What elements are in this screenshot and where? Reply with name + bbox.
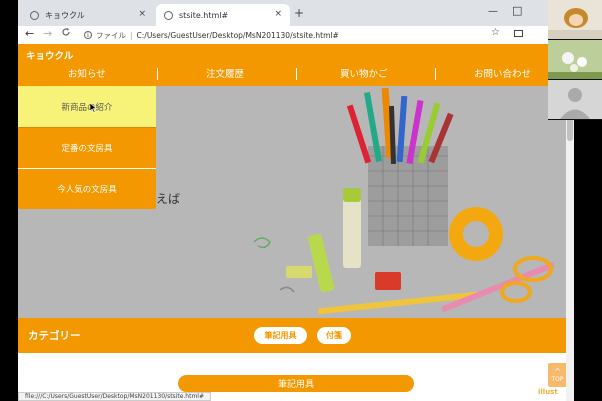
address-bar[interactable]: i ファイル | C:/Users/GuestUser/Desktop/MsN2… bbox=[78, 27, 508, 43]
dropdown-item-standard-stationery[interactable]: 定番の文房具 bbox=[18, 127, 156, 168]
category-pill-sticky-notes[interactable]: 付箋 bbox=[317, 327, 351, 344]
tab-title: キョウクル bbox=[45, 10, 85, 20]
news-dropdown-menu: 新商品の紹介 定番の文房具 今人気の文房具 bbox=[18, 86, 156, 210]
web-page: キョウクル お知らせ 注文履歴 買い物かご お問い合わせ えば 新商品の紹介 定… bbox=[18, 44, 574, 401]
nav-divider bbox=[435, 68, 436, 80]
watermark-logo: illust bbox=[538, 388, 558, 396]
globe-icon bbox=[164, 10, 173, 20]
reading-mode-icon[interactable] bbox=[514, 30, 523, 37]
category-pill-writing-tools[interactable]: 筆記用具 bbox=[254, 327, 307, 344]
nav-item-order-history[interactable]: 注文履歴 bbox=[206, 66, 244, 80]
back-icon[interactable]: ← bbox=[25, 27, 34, 40]
video-tile-participant-3[interactable] bbox=[548, 80, 602, 119]
hero-caption: えば bbox=[156, 192, 181, 206]
nav-item-cart[interactable]: 買い物かご bbox=[340, 66, 388, 80]
video-call-panel bbox=[548, 0, 602, 120]
person-video-icon bbox=[548, 0, 602, 39]
address-toolbar: ← → i ファイル | C:/Users/GuestUser/Desktop/… bbox=[18, 26, 574, 44]
dropdown-item-new-products[interactable]: 新商品の紹介 bbox=[18, 86, 156, 127]
video-tile-participant-2[interactable] bbox=[548, 40, 602, 79]
video-tile-participant-1[interactable] bbox=[548, 0, 602, 39]
section-title-writing-tools: 筆記用具 bbox=[178, 375, 414, 392]
dropdown-item-label: 今人気の文房具 bbox=[57, 185, 117, 195]
mouse-cursor-icon bbox=[90, 103, 98, 113]
status-bar: file:///C:/Users/GuestUser/Desktop/MsN20… bbox=[18, 392, 211, 401]
new-tab-button[interactable]: + bbox=[294, 6, 304, 20]
screen: キョウクル × stsite.html# × + — □ ← → i ファイル … bbox=[0, 0, 602, 401]
tab-kyoukuru[interactable]: キョウクル × bbox=[22, 4, 154, 26]
site-logo[interactable]: キョウクル bbox=[26, 48, 73, 62]
top-label: TOP bbox=[551, 375, 564, 383]
avatar-icon bbox=[548, 80, 602, 119]
url-text[interactable]: C:/Users/GuestUser/Desktop/MsN201130/sts… bbox=[137, 31, 339, 40]
close-tab-icon[interactable]: × bbox=[274, 9, 282, 19]
tab-strip: キョウクル × stsite.html# × + — □ bbox=[18, 0, 574, 26]
minimize-button[interactable]: — bbox=[488, 6, 498, 17]
forward-icon[interactable]: → bbox=[43, 27, 52, 40]
close-tab-icon[interactable]: × bbox=[138, 9, 146, 19]
category-title: カテゴリー bbox=[28, 330, 81, 342]
tab-stsite[interactable]: stsite.html# × bbox=[156, 4, 290, 26]
category-bar: カテゴリー 筆記用具 付箋 bbox=[18, 318, 574, 353]
bookmark-star-icon[interactable]: ☆ bbox=[491, 27, 500, 38]
nav-divider bbox=[157, 68, 158, 80]
dropdown-item-label: 定番の文房具 bbox=[61, 144, 113, 154]
separator: | bbox=[130, 30, 133, 40]
nav-item-contact[interactable]: お問い合わせ bbox=[474, 66, 531, 80]
flower-video-icon bbox=[548, 40, 602, 79]
reload-icon[interactable] bbox=[61, 27, 71, 40]
main-nav: お知らせ 注文履歴 買い物かご お問い合わせ bbox=[18, 66, 574, 82]
browser-window: キョウクル × stsite.html# × + — □ ← → i ファイル … bbox=[18, 0, 574, 401]
tab-title: stsite.html# bbox=[179, 10, 229, 20]
globe-icon bbox=[30, 10, 39, 20]
site-header: キョウクル お知らせ 注文履歴 買い物かご お問い合わせ bbox=[18, 44, 574, 86]
info-icon[interactable]: i bbox=[84, 31, 92, 39]
nav-item-news[interactable]: お知らせ bbox=[68, 66, 106, 80]
back-to-top-button[interactable]: ^ TOP bbox=[548, 363, 567, 387]
scheme-label: ファイル bbox=[96, 30, 126, 40]
dropdown-item-popular-stationery[interactable]: 今人気の文房具 bbox=[18, 168, 156, 209]
dropdown-item-label: 新商品の紹介 bbox=[61, 102, 113, 113]
maximize-button[interactable]: □ bbox=[512, 4, 522, 17]
nav-divider bbox=[296, 68, 297, 80]
up-arrow-icon: ^ bbox=[554, 366, 561, 376]
